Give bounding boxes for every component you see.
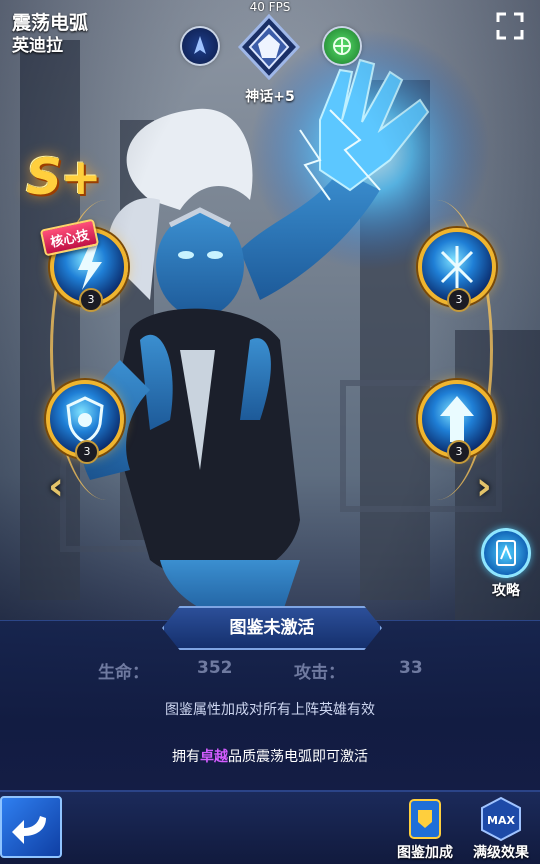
strategy-label: 攻略 (492, 583, 520, 599)
activation-hint: 拥有卓越品质震荡电弧即可激活 (0, 746, 540, 766)
hero-name: 英迪拉 (12, 35, 63, 56)
element-icon[interactable] (324, 28, 360, 64)
codex-bonus-label: 图鉴加成 (397, 845, 453, 861)
stats-row: 生命： 352 攻击： 33 (0, 658, 540, 683)
max-level-effect-button[interactable]: MAX 满级效果 (466, 796, 536, 862)
skill-shield[interactable]: 3 (46, 380, 124, 464)
prev-hero-arrow-icon[interactable]: ‹ (42, 466, 70, 506)
rank-label: 神话+5 (245, 89, 295, 105)
max-level-icon: MAX (478, 796, 524, 842)
skill-level-badge: 3 (447, 288, 471, 312)
fps-counter: 40 FPS (249, 0, 291, 14)
back-arrow-icon (12, 816, 46, 844)
strategy-button[interactable]: 攻略 (478, 528, 534, 600)
skill-storm[interactable]: 3 (418, 228, 496, 312)
codex-bonus-icon (402, 796, 448, 842)
strategy-icon (481, 528, 531, 578)
hero-codex-screen: 震荡电弧 英迪拉 40 FPS 神话+5 S+ 3 核心技 3 3 3 ‹ › … (0, 0, 540, 864)
skill-level-badge: 3 (447, 440, 471, 464)
fullscreen-icon[interactable] (496, 12, 524, 40)
rank-emblem-icon[interactable] (236, 14, 302, 80)
next-hero-arrow-icon[interactable]: › (470, 466, 498, 506)
element-icon-glyph (333, 37, 351, 55)
codex-status-banner: 图鉴未激活 (162, 606, 382, 650)
faction-icon[interactable] (182, 28, 218, 64)
skill-level-badge: 3 (75, 440, 99, 464)
activation-prefix: 拥有 (172, 749, 200, 765)
hp-value: 352 (197, 658, 233, 678)
grade-badge: S+ (26, 148, 102, 206)
faction-icon-glyph (194, 36, 206, 54)
attack-value: 33 (399, 658, 423, 678)
codex-bonus-button[interactable]: 图鉴加成 (390, 796, 460, 862)
attack-label: 攻击： (294, 663, 345, 683)
activation-suffix: 品质震荡电弧即可激活 (228, 749, 368, 765)
skill-level-badge: 3 (79, 288, 103, 312)
quality-highlight: 卓越 (200, 749, 228, 765)
bonus-description: 图鉴属性加成对所有上阵英雄有效 (165, 702, 375, 718)
hp-label: 生命： (98, 663, 149, 683)
max-badge-text: MAX (487, 814, 515, 827)
hero-title: 震荡电弧 (12, 12, 89, 34)
hero-title-block: 震荡电弧 英迪拉 (12, 12, 88, 57)
skill-arrow-up[interactable]: 3 (418, 380, 496, 464)
max-level-label: 满级效果 (473, 845, 529, 861)
back-button[interactable] (0, 796, 62, 858)
